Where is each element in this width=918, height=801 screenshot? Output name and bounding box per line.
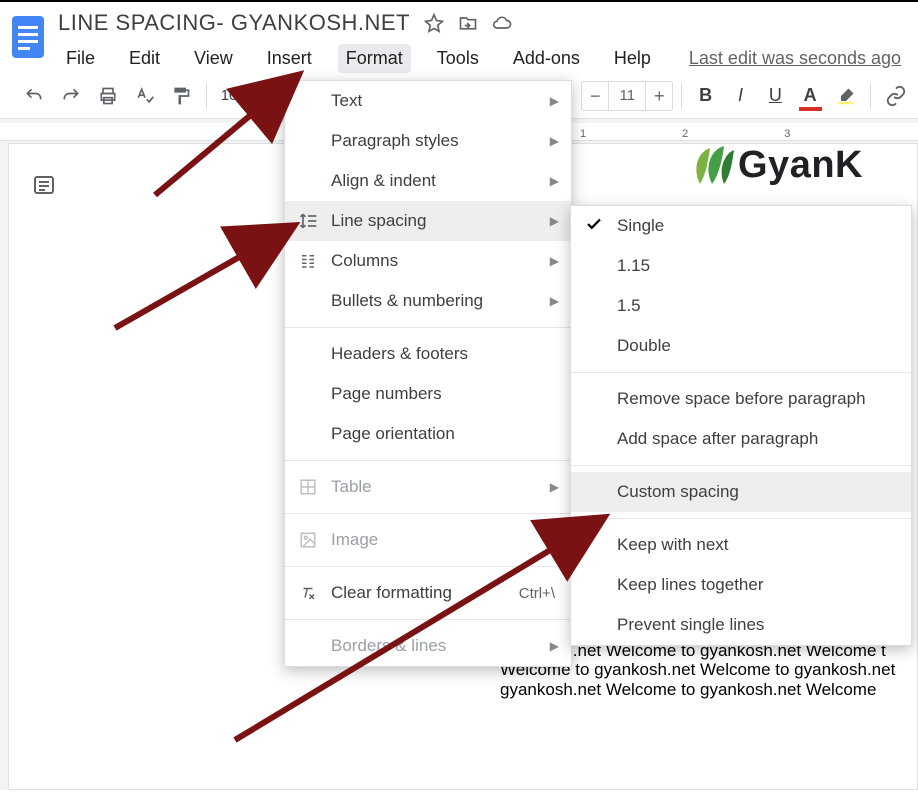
font-size-stepper: − 11 + xyxy=(581,81,673,111)
cloud-status-icon[interactable] xyxy=(492,13,512,33)
menu-clear-formatting[interactable]: Clear formatting Ctrl+\ xyxy=(285,573,571,613)
last-edit-link[interactable]: Last edit was seconds ago xyxy=(689,48,901,69)
menu-view[interactable]: View xyxy=(186,44,241,73)
menu-text[interactable]: Text▶ xyxy=(285,81,571,121)
menu-headers-footers[interactable]: Headers & footers xyxy=(285,334,571,374)
image-icon xyxy=(297,529,319,551)
clear-format-icon xyxy=(297,582,319,604)
chevron-right-icon: ▶ xyxy=(550,134,559,148)
font-size-value[interactable]: 11 xyxy=(608,82,646,110)
zoom-value: 100% xyxy=(221,87,259,104)
menu-tools[interactable]: Tools xyxy=(429,44,487,73)
document-title[interactable]: LINE SPACING- GYANKOSH.NET xyxy=(58,10,410,36)
chevron-right-icon: ▶ xyxy=(550,294,559,308)
menu-table: Table▶ xyxy=(285,467,571,507)
chevron-right-icon: ▶ xyxy=(550,174,559,188)
shortcut-label: Ctrl+\ xyxy=(519,585,555,602)
menu-line-spacing[interactable]: Line spacing▶ xyxy=(285,201,571,241)
prevent-single-lines[interactable]: Prevent single lines xyxy=(571,605,911,645)
menu-image: Image▶ xyxy=(285,520,571,560)
docs-logo[interactable] xyxy=(8,10,48,64)
keep-lines-together[interactable]: Keep lines together xyxy=(571,565,911,605)
font-size-increase[interactable]: + xyxy=(646,82,672,110)
menu-align-indent[interactable]: Align & indent▶ xyxy=(285,161,571,201)
menu-edit[interactable]: Edit xyxy=(121,44,168,73)
italic-button[interactable]: I xyxy=(725,79,756,113)
star-icon[interactable] xyxy=(424,13,444,33)
menu-columns[interactable]: Columns▶ xyxy=(285,241,571,281)
line-spacing-submenu: Single 1.15 1.5 Double Remove space befo… xyxy=(570,205,912,646)
print-button[interactable] xyxy=(92,79,125,113)
chevron-right-icon: ▶ xyxy=(550,480,559,494)
table-icon xyxy=(297,476,319,498)
menu-borders-lines: Borders & lines▶ xyxy=(285,626,571,666)
redo-button[interactable] xyxy=(55,79,88,113)
zoom-select[interactable]: 100% ▼ xyxy=(215,87,281,104)
move-icon[interactable] xyxy=(458,13,478,33)
menu-addons[interactable]: Add-ons xyxy=(505,44,588,73)
menu-format[interactable]: Format xyxy=(338,44,411,73)
undo-button[interactable] xyxy=(18,79,51,113)
menu-page-numbers[interactable]: Page numbers xyxy=(285,374,571,414)
chevron-down-icon: ▼ xyxy=(265,90,275,101)
highlight-color-button[interactable] xyxy=(830,79,863,113)
chevron-right-icon: ▶ xyxy=(550,254,559,268)
chevron-right-icon: ▶ xyxy=(550,639,559,653)
menu-paragraph-styles[interactable]: Paragraph styles▶ xyxy=(285,121,571,161)
columns-icon xyxy=(297,250,319,272)
brand-logo: GyanK xyxy=(690,144,910,187)
chevron-right-icon: ▶ xyxy=(550,94,559,108)
spacing-15[interactable]: 1.5 xyxy=(571,286,911,326)
menu-bullets-numbering[interactable]: Bullets & numbering▶ xyxy=(285,281,571,321)
check-icon xyxy=(585,215,603,238)
add-space-after[interactable]: Add space after paragraph xyxy=(571,419,911,459)
format-menu: Text▶ Paragraph styles▶ Align & indent▶ … xyxy=(284,80,572,667)
menu-insert[interactable]: Insert xyxy=(259,44,320,73)
outline-button[interactable] xyxy=(24,165,64,205)
insert-link-button[interactable] xyxy=(879,79,912,113)
spellcheck-button[interactable] xyxy=(128,79,161,113)
remove-space-before[interactable]: Remove space before paragraph xyxy=(571,379,911,419)
spacing-double[interactable]: Double xyxy=(571,326,911,366)
underline-button[interactable]: U xyxy=(760,79,791,113)
menubar: File Edit View Insert Format Tools Add-o… xyxy=(58,36,910,73)
paint-format-button[interactable] xyxy=(165,79,198,113)
spacing-single[interactable]: Single xyxy=(571,206,911,246)
keep-with-next[interactable]: Keep with next xyxy=(571,525,911,565)
custom-spacing[interactable]: Custom spacing xyxy=(571,472,911,512)
spacing-115[interactable]: 1.15 xyxy=(571,246,911,286)
leaf-icon xyxy=(690,146,734,186)
chevron-right-icon: ▶ xyxy=(550,214,559,228)
menu-page-orientation[interactable]: Page orientation xyxy=(285,414,571,454)
chevron-right-icon: ▶ xyxy=(550,533,559,547)
menu-file[interactable]: File xyxy=(58,44,103,73)
menu-help[interactable]: Help xyxy=(606,44,659,73)
font-size-decrease[interactable]: − xyxy=(582,82,608,110)
text-color-button[interactable]: A xyxy=(795,79,826,113)
line-spacing-icon xyxy=(297,210,319,232)
bold-button[interactable]: B xyxy=(690,79,721,113)
brand-text: GyanK xyxy=(738,144,863,187)
